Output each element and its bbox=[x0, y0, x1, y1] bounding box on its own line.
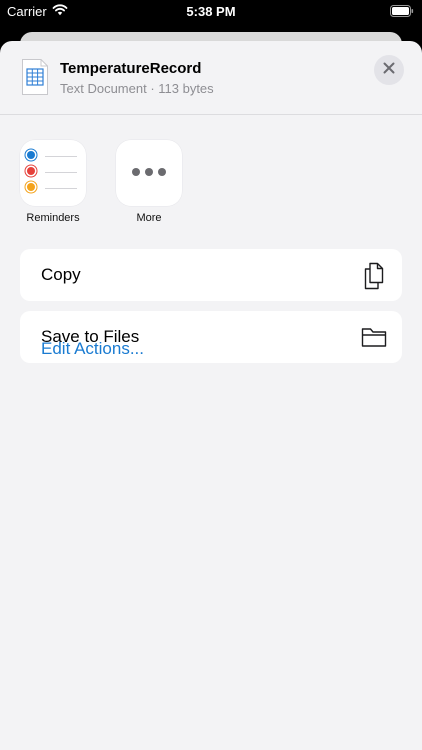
folder-icon bbox=[361, 324, 387, 350]
app-more[interactable]: More bbox=[116, 140, 182, 224]
close-button[interactable] bbox=[374, 55, 404, 85]
close-icon bbox=[383, 61, 395, 79]
app-reminders[interactable]: Reminders bbox=[20, 140, 86, 224]
action-copy-label: Copy bbox=[41, 265, 81, 284]
edit-actions-link[interactable]: Edit Actions... bbox=[41, 339, 144, 359]
status-time: 5:38 PM bbox=[186, 4, 236, 19]
more-icon bbox=[116, 140, 182, 206]
app-row: Reminders More bbox=[0, 140, 422, 230]
file-name: TemperatureRecord bbox=[60, 60, 202, 77]
app-label-reminders: Reminders bbox=[26, 212, 80, 224]
status-bar: Carrier 5:38 PM bbox=[0, 0, 422, 24]
battery-icon bbox=[390, 5, 414, 20]
copy-icon bbox=[361, 262, 387, 290]
sheet-header: TemperatureRecord Text Document · 113 by… bbox=[0, 41, 422, 115]
share-sheet-screen: Carrier 5:38 PM TemperatureRecord Text D… bbox=[0, 0, 422, 750]
file-meta: Text Document · 113 bytes bbox=[60, 81, 214, 96]
action-copy[interactable]: Copy bbox=[20, 249, 402, 301]
spreadsheet-file-icon bbox=[21, 58, 49, 96]
reminders-icon bbox=[20, 140, 86, 206]
share-sheet: TemperatureRecord Text Document · 113 by… bbox=[0, 41, 422, 750]
app-label-more: More bbox=[136, 212, 162, 224]
